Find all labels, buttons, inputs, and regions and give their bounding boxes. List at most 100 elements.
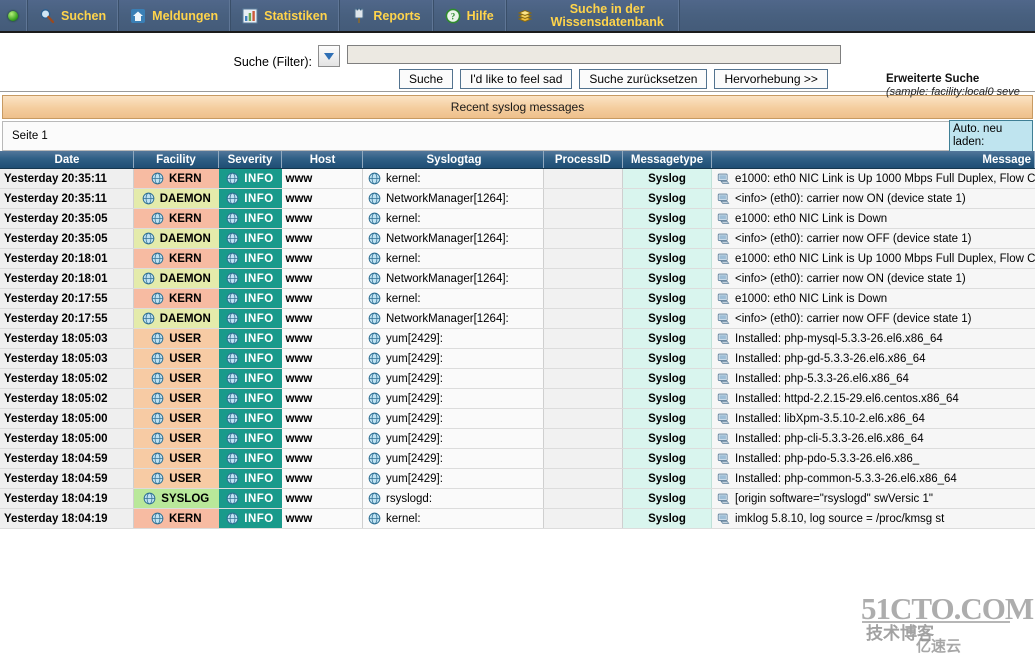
table-row[interactable]: Yesterday 18:04:59 USER INFO www yum[2429]: S… xyxy=(0,448,1035,469)
syslogtag-label: kernel: xyxy=(386,252,421,265)
nav-item-wissensdatenbank[interactable]: Suche in der Wissensdatenbank xyxy=(505,0,679,31)
cell-message: Installed: httpd-2.2.15-29.el6.centos.x8… xyxy=(711,388,1035,409)
message-text: Installed: php-common-5.3.3-26.el6.x86_6… xyxy=(735,472,957,485)
globe-icon xyxy=(368,192,381,205)
cell-processid xyxy=(543,408,623,429)
hervorhebung-button[interactable]: Hervorhebung >> xyxy=(714,69,828,89)
globe-icon xyxy=(142,312,155,325)
house-icon xyxy=(131,8,146,23)
filter-button-row: Suche I'd like to feel sad Suche zurücks… xyxy=(399,69,841,89)
column-header-host[interactable]: Host xyxy=(281,151,363,169)
cell-messagetype: Syslog xyxy=(622,348,712,369)
globe-icon xyxy=(151,432,164,445)
feel-sad-button[interactable]: I'd like to feel sad xyxy=(460,69,573,89)
cell-syslogtag: yum[2429]: xyxy=(362,388,544,409)
advanced-search-hint: Erweiterte Suche (sample: facility:local… xyxy=(886,73,1020,99)
column-header-date[interactable]: Date xyxy=(0,151,134,169)
table-row[interactable]: Yesterday 20:35:11 KERN INFO www kernel: Sysl… xyxy=(0,168,1035,189)
column-header-message[interactable]: Message xyxy=(711,151,1035,169)
cell-syslogtag: rsyslogd: xyxy=(362,488,544,509)
syslogtag-label: NetworkManager[1264]: xyxy=(386,232,509,245)
table-row[interactable]: Yesterday 18:05:03 USER INFO www yum[2429]: S… xyxy=(0,328,1035,349)
cell-facility: USER xyxy=(133,388,219,409)
message-text: Installed: php-cli-5.3.3-26.el6.x86_64 xyxy=(735,432,924,445)
cell-date: Yesterday 18:04:59 xyxy=(0,448,134,469)
cell-syslogtag: kernel: xyxy=(362,248,544,269)
cell-processid xyxy=(543,508,623,529)
cell-syslogtag: kernel: xyxy=(362,208,544,229)
column-header-messagetype[interactable]: Messagetype xyxy=(622,151,712,169)
help-icon: ? xyxy=(445,8,460,23)
cell-severity: INFO xyxy=(218,508,282,529)
table-row[interactable]: Yesterday 18:05:00 USER INFO www yum[2429]: S… xyxy=(0,428,1035,449)
table-row[interactable]: Yesterday 18:05:02 USER INFO www yum[2429]: S… xyxy=(0,388,1035,409)
cell-host: www xyxy=(281,448,363,469)
cell-date: Yesterday 20:35:11 xyxy=(0,168,134,189)
column-header-facility[interactable]: Facility xyxy=(133,151,219,169)
table-row[interactable]: Yesterday 18:04:59 USER INFO www yum[2429]: S… xyxy=(0,468,1035,489)
cell-date: Yesterday 18:05:00 xyxy=(0,408,134,429)
cell-severity: INFO xyxy=(218,328,282,349)
table-row[interactable]: Yesterday 18:04:19 KERN INFO www kernel: Sysl… xyxy=(0,508,1035,529)
cell-facility: KERN xyxy=(133,288,219,309)
table-row[interactable]: Yesterday 18:05:00 USER INFO www yum[2429]: S… xyxy=(0,408,1035,429)
table-row[interactable]: Yesterday 20:35:11 DAEMON INFO www NetworkMa… xyxy=(0,188,1035,209)
facility-label: KERN xyxy=(168,512,202,525)
column-header-severity[interactable]: Severity xyxy=(218,151,282,169)
monitor-icon xyxy=(717,413,730,424)
facility-label: USER xyxy=(169,332,202,345)
table-row[interactable]: Yesterday 18:04:19 SYSLOG INFO www rsyslogd:… xyxy=(0,488,1035,509)
cell-severity: INFO xyxy=(218,488,282,509)
cell-processid xyxy=(543,488,623,509)
nav-item-suchen[interactable]: Suchen xyxy=(27,0,119,31)
suche-zuruecksetzen-button[interactable]: Suche zurücksetzen xyxy=(579,69,708,89)
syslogtag-label: yum[2429]: xyxy=(386,412,443,425)
table-row[interactable]: Yesterday 20:18:01 DAEMON INFO www NetworkMa… xyxy=(0,268,1035,289)
nav-item-statistiken[interactable]: Statistiken xyxy=(230,0,340,31)
cell-facility: USER xyxy=(133,348,219,369)
cell-severity: INFO xyxy=(218,388,282,409)
cell-messagetype: Syslog xyxy=(622,208,712,229)
table-row[interactable]: Yesterday 20:17:55 KERN INFO www kernel: Sysl… xyxy=(0,288,1035,309)
table-row[interactable]: Yesterday 20:17:55 DAEMON INFO www NetworkMa… xyxy=(0,308,1035,329)
column-header-syslogtag[interactable]: Syslogtag xyxy=(362,151,544,169)
facility-label: DAEMON xyxy=(159,232,211,245)
table-row[interactable]: Yesterday 20:35:05 KERN INFO www kernel: Sysl… xyxy=(0,208,1035,229)
cell-syslogtag: NetworkManager[1264]: xyxy=(362,268,544,289)
globe-icon xyxy=(226,412,239,425)
cell-date: Yesterday 20:35:05 xyxy=(0,208,134,229)
globe-icon xyxy=(226,292,239,305)
monitor-icon xyxy=(717,453,730,464)
search-input[interactable] xyxy=(347,45,841,64)
cell-host: www xyxy=(281,468,363,489)
facility-label: KERN xyxy=(168,212,202,225)
cell-message: [origin software="rsyslogd" swVersic 1" xyxy=(711,488,1035,509)
nav-item-reports[interactable]: Reports xyxy=(339,0,433,31)
cell-date: Yesterday 18:05:00 xyxy=(0,428,134,449)
column-header-processid[interactable]: ProcessID xyxy=(543,151,623,169)
table-row[interactable]: Yesterday 20:35:05 DAEMON INFO www NetworkMa… xyxy=(0,228,1035,249)
syslogtag-label: yum[2429]: xyxy=(386,332,443,345)
nav-item-label: Hilfe xyxy=(466,8,494,23)
cell-severity: INFO xyxy=(218,288,282,309)
cell-facility: USER xyxy=(133,368,219,389)
globe-icon xyxy=(151,352,164,365)
table-row[interactable]: Yesterday 20:18:01 KERN INFO www kernel: Sysl… xyxy=(0,248,1035,269)
severity-label: INFO xyxy=(244,392,274,405)
filter-dropdown-button[interactable] xyxy=(318,45,340,67)
chevron-down-icon xyxy=(324,52,334,60)
cell-processid xyxy=(543,388,623,409)
table-row[interactable]: Yesterday 18:05:03 USER INFO www yum[2429]: S… xyxy=(0,348,1035,369)
cell-host: www xyxy=(281,308,363,329)
cell-message: Installed: php-cli-5.3.3-26.el6.x86_64 xyxy=(711,428,1035,449)
cell-syslogtag: NetworkManager[1264]: xyxy=(362,188,544,209)
syslogtag-label: yum[2429]: xyxy=(386,352,443,365)
suche-button[interactable]: Suche xyxy=(399,69,454,89)
auto-reload-box[interactable]: Auto. neu laden: xyxy=(949,120,1033,152)
nav-item-hilfe[interactable]: ? Hilfe xyxy=(432,0,506,31)
table-row[interactable]: Yesterday 18:05:02 USER INFO www yum[2429]: S… xyxy=(0,368,1035,389)
message-text: <info> (eth0): carrier now OFF (device s… xyxy=(735,312,972,325)
magnifier-icon xyxy=(40,8,55,23)
cell-messagetype: Syslog xyxy=(622,508,712,529)
nav-item-meldungen[interactable]: Meldungen xyxy=(118,0,231,31)
